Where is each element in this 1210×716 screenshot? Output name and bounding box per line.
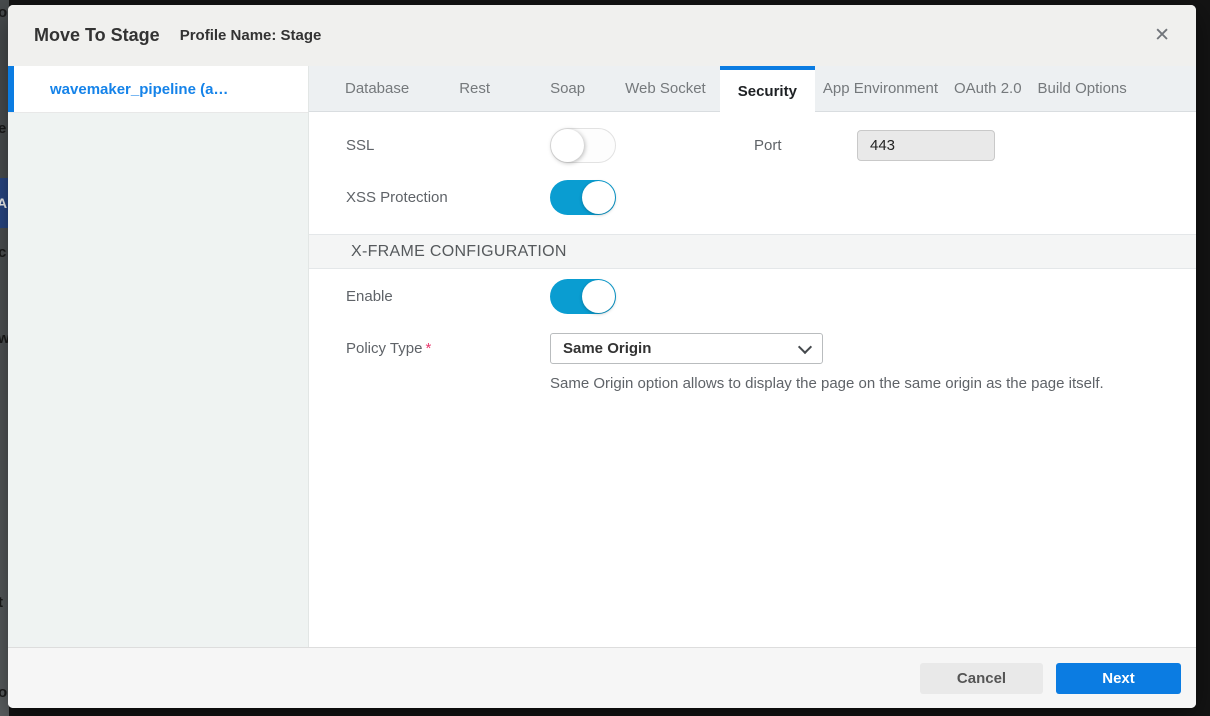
xss-protection-row: XSS Protection — [346, 180, 1196, 215]
sidebar-item-wavemaker-pipeline[interactable]: wavemaker_pipeline (a… — [8, 66, 308, 113]
policy-type-selected-value: Same Origin — [563, 340, 651, 357]
toggle-knob — [551, 129, 584, 162]
background-letter: o — [0, 4, 7, 21]
ssl-toggle[interactable] — [550, 128, 616, 163]
dialog-footer: Cancel Next — [8, 647, 1196, 708]
settings-tabbar: Database Rest Soap Web Socket Security A… — [309, 66, 1196, 112]
toggle-knob — [582, 280, 615, 313]
tab-soap[interactable]: Soap — [532, 66, 603, 111]
policy-type-label: Policy Type* — [346, 340, 550, 357]
dialog-body: wavemaker_pipeline (a… Database Rest Soa… — [8, 66, 1196, 647]
help-spacer — [346, 375, 550, 392]
tab-oauth-20[interactable]: OAuth 2.0 — [946, 66, 1030, 111]
background-letter: c — [0, 244, 6, 261]
background-letter: o — [0, 684, 7, 701]
dialog-header: Move To Stage Profile Name: Stage ✕ — [8, 5, 1196, 66]
move-to-stage-dialog: Move To Stage Profile Name: Stage ✕ wave… — [8, 5, 1196, 708]
background-letter: e — [0, 120, 6, 137]
tab-web-socket[interactable]: Web Socket — [611, 66, 720, 111]
pipeline-sidebar: wavemaker_pipeline (a… — [8, 66, 309, 647]
port-label: Port — [754, 137, 857, 154]
xframe-enable-row: Enable — [346, 279, 1196, 314]
xframe-enable-toggle[interactable] — [550, 279, 616, 314]
tab-build-options[interactable]: Build Options — [1030, 66, 1135, 111]
background-letter: A — [0, 195, 7, 211]
cancel-button[interactable]: Cancel — [920, 663, 1043, 694]
toggle-knob — [582, 181, 615, 214]
next-button[interactable]: Next — [1056, 663, 1181, 694]
ssl-label: SSL — [346, 137, 550, 154]
tab-rest[interactable]: Rest — [441, 66, 508, 111]
xss-protection-label: XSS Protection — [346, 189, 550, 206]
xss-protection-toggle[interactable] — [550, 180, 616, 215]
policy-help-text: Same Origin option allows to display the… — [550, 375, 1104, 392]
close-icon[interactable]: ✕ — [1154, 26, 1170, 45]
policy-help-row: Same Origin option allows to display the… — [346, 375, 1196, 392]
sidebar-item-label: wavemaker_pipeline (a… — [8, 81, 228, 98]
chevron-down-icon — [798, 339, 812, 353]
tab-security[interactable]: Security — [720, 66, 815, 112]
policy-type-row: Policy Type* Same Origin — [346, 333, 1196, 364]
tab-database[interactable]: Database — [327, 66, 427, 111]
tab-app-environment[interactable]: App Environment — [815, 66, 946, 111]
section-title: X-FRAME CONFIGURATION — [351, 243, 567, 261]
port-input[interactable] — [857, 130, 995, 161]
required-marker: * — [425, 340, 431, 357]
policy-type-label-text: Policy Type — [346, 340, 422, 357]
security-form: SSL Port XSS Protection X-FRAME CONFIGUR… — [309, 112, 1196, 647]
background-letter: t — [0, 594, 3, 611]
enable-label: Enable — [346, 288, 550, 305]
ssl-row: SSL Port — [346, 128, 1196, 163]
profile-name-label: Profile Name: Stage — [180, 27, 322, 44]
selected-accent-bar — [8, 66, 14, 112]
dialog-title: Move To Stage — [34, 25, 160, 46]
security-panel: Database Rest Soap Web Socket Security A… — [309, 66, 1196, 647]
policy-type-select[interactable]: Same Origin — [550, 333, 823, 364]
xframe-configuration-header: X-FRAME CONFIGURATION — [309, 234, 1196, 269]
